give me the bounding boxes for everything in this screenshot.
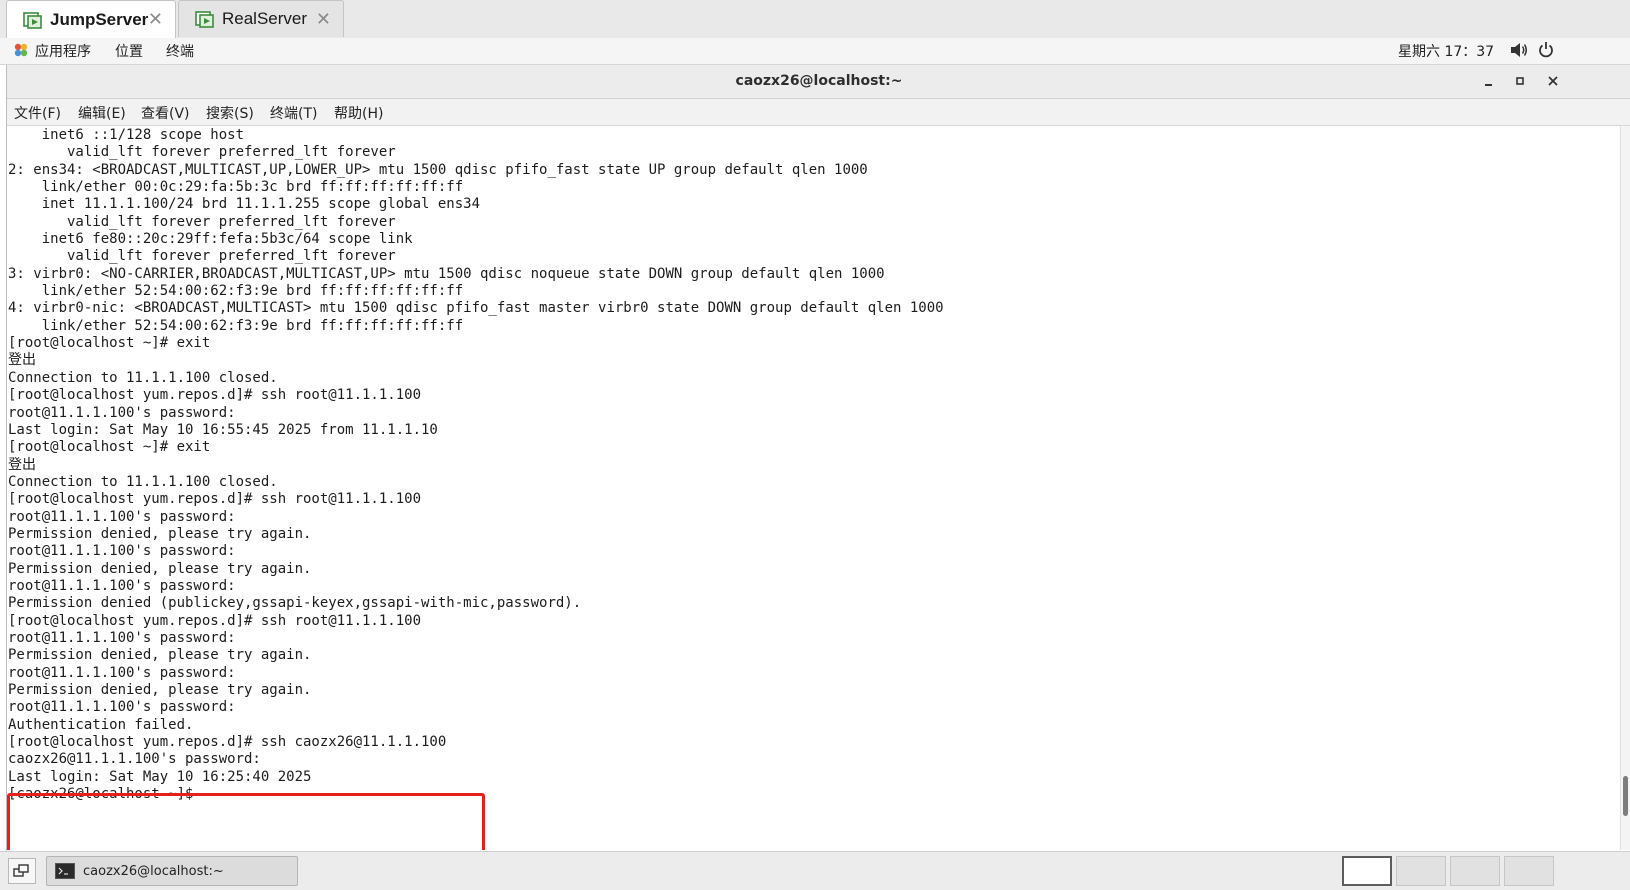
- vm-icon: [23, 10, 43, 30]
- terminal-line: Permission denied (publickey,gssapi-keye…: [8, 595, 582, 612]
- terminal-line: caozx26@11.1.1.100's password:: [8, 751, 270, 768]
- terminal-line: valid_lft forever preferred_lft forever: [8, 213, 396, 230]
- terminal-line: [root@localhost yum.repos.d]# ssh root@1…: [8, 387, 422, 404]
- terminal-output[interactable]: inet6 ::1/128 scope host valid_lft forev…: [7, 126, 1621, 850]
- terminal-line: valid_lft forever preferred_lft forever: [8, 248, 396, 265]
- terminal-line: root@11.1.1.100's password:: [8, 543, 245, 560]
- terminal-line: valid_lft forever preferred_lft forever: [8, 144, 396, 161]
- taskbar-terminal-label: caozx26@localhost:~: [83, 863, 224, 879]
- terminal-menubar: 文件(F) 编辑(E) 查看(V) 搜索(S) 终端(T) 帮助(H): [7, 99, 1630, 126]
- terminal-line: 3: virbr0: <NO-CARRIER,BROADCAST,MULTICA…: [8, 265, 885, 282]
- menu-help[interactable]: 帮助(H): [334, 103, 383, 123]
- minimize-button[interactable]: [1479, 71, 1499, 91]
- scrollbar[interactable]: [1620, 126, 1630, 850]
- power-icon[interactable]: [1538, 41, 1554, 62]
- applications-icon[interactable]: [13, 42, 29, 62]
- terminal-line: link/ether 00:0c:29:fa:5b:3c brd ff:ff:f…: [8, 179, 464, 196]
- vm-tab-realserver[interactable]: RealServer ✕: [178, 0, 344, 37]
- taskbar-terminal-button[interactable]: caozx26@localhost:~: [46, 856, 298, 886]
- terminal-line: root@11.1.1.100's password:: [8, 508, 245, 525]
- terminal-line: link/ether 52:54:00:62:f3:9e brd ff:ff:f…: [8, 317, 464, 334]
- maximize-button[interactable]: [1510, 71, 1530, 91]
- terminal-line: root@11.1.1.100's password:: [8, 664, 245, 681]
- menu-edit[interactable]: 编辑(E): [78, 103, 126, 123]
- close-button[interactable]: [1543, 71, 1563, 91]
- volume-icon[interactable]: [1510, 42, 1528, 62]
- workspace-1[interactable]: [1342, 856, 1392, 886]
- terminal-line: root@11.1.1.100's password:: [8, 699, 245, 716]
- terminal-window: caozx26@localhost:~ 文件(F) 编辑(E) 查看(V) 搜索…: [6, 65, 1630, 851]
- workspace-4[interactable]: [1504, 856, 1554, 886]
- terminal-line: root@11.1.1.100's password:: [8, 577, 245, 594]
- terminal-line: [root@localhost yum.repos.d]# ssh root@1…: [8, 491, 422, 508]
- terminal-icon: [55, 863, 75, 879]
- vm-tab-label: JumpServer: [50, 9, 149, 29]
- close-icon[interactable]: ✕: [316, 9, 331, 30]
- terminal-line: Permission denied, please try again.: [8, 525, 312, 542]
- terminal-menu[interactable]: 终端: [166, 41, 194, 61]
- gnome-top-bar: 应用程序 位置 终端 星期六 17：37: [0, 38, 1630, 65]
- clock[interactable]: 星期六 17：37: [1398, 41, 1494, 61]
- terminal-line: Connection to 11.1.1.100 closed.: [8, 473, 278, 490]
- places-menu[interactable]: 位置: [115, 41, 143, 61]
- terminal-line: Last login: Sat May 10 16:55:45 2025 fro…: [8, 421, 438, 438]
- vm-tab-label: RealServer: [222, 9, 308, 28]
- scrollbar-thumb[interactable]: [1623, 776, 1628, 816]
- window-title: caozx26@localhost:~: [735, 73, 903, 89]
- terminal-line: [root@localhost ~]# exit: [8, 439, 211, 456]
- terminal-line: Permission denied, please try again.: [8, 682, 312, 698]
- terminal-line: Authentication failed.: [8, 716, 194, 733]
- terminal-line: inet 11.1.1.100/24 brd 11.1.1.255 scope …: [8, 196, 481, 213]
- show-desktop-button[interactable]: [8, 858, 36, 884]
- terminal-line: Connection to 11.1.1.100 closed.: [8, 369, 278, 386]
- workspace-2[interactable]: [1396, 856, 1446, 886]
- terminal-line: [root@localhost yum.repos.d]# ssh caozx2…: [8, 734, 447, 751]
- terminal-line: Permission denied, please try again.: [8, 647, 312, 664]
- window-titlebar[interactable]: caozx26@localhost:~: [7, 65, 1630, 99]
- applications-menu[interactable]: 应用程序: [35, 41, 91, 61]
- menu-search[interactable]: 搜索(S): [206, 103, 254, 123]
- terminal-line: 2: ens34: <BROADCAST,MULTICAST,UP,LOWER_…: [8, 161, 868, 178]
- vm-tab-strip: JumpServer ✕ RealServer ✕: [0, 0, 1630, 39]
- terminal-line: 登出: [8, 456, 36, 473]
- terminal-line: [caozx26@localhost ~]$: [8, 786, 202, 803]
- terminal-line: inet6 fe80::20c:29ff:fefa:5b3c/64 scope …: [8, 231, 422, 248]
- vm-icon: [195, 9, 215, 29]
- terminal-line: inet6 ::1/128 scope host: [8, 127, 253, 143]
- terminal-line: 4: virbr0-nic: <BROADCAST,MULTICAST> mtu…: [8, 300, 944, 317]
- terminal-line: 登出: [8, 352, 36, 369]
- terminal-line: link/ether 52:54:00:62:f3:9e brd ff:ff:f…: [8, 283, 464, 300]
- terminal-line: Permission denied, please try again.: [8, 560, 312, 577]
- menu-view[interactable]: 查看(V): [141, 103, 190, 123]
- workspace-3[interactable]: [1450, 856, 1500, 886]
- vm-tab-jumpserver[interactable]: JumpServer ✕: [6, 0, 176, 38]
- menu-terminal[interactable]: 终端(T): [270, 103, 317, 123]
- terminal-lines: inet6 ::1/128 scope host valid_lft forev…: [8, 127, 944, 803]
- terminal-line: [root@localhost yum.repos.d]# ssh root@1…: [8, 612, 422, 629]
- terminal-line: root@11.1.1.100's password:: [8, 404, 245, 421]
- terminal-line: root@11.1.1.100's password:: [8, 629, 245, 646]
- bottom-taskbar: caozx26@localhost:~: [0, 851, 1630, 890]
- close-icon[interactable]: ✕: [148, 9, 163, 30]
- terminal-line: [root@localhost ~]# exit: [8, 335, 211, 352]
- terminal-line: Last login: Sat May 10 16:25:40 2025: [8, 768, 312, 785]
- menu-file[interactable]: 文件(F): [14, 103, 61, 123]
